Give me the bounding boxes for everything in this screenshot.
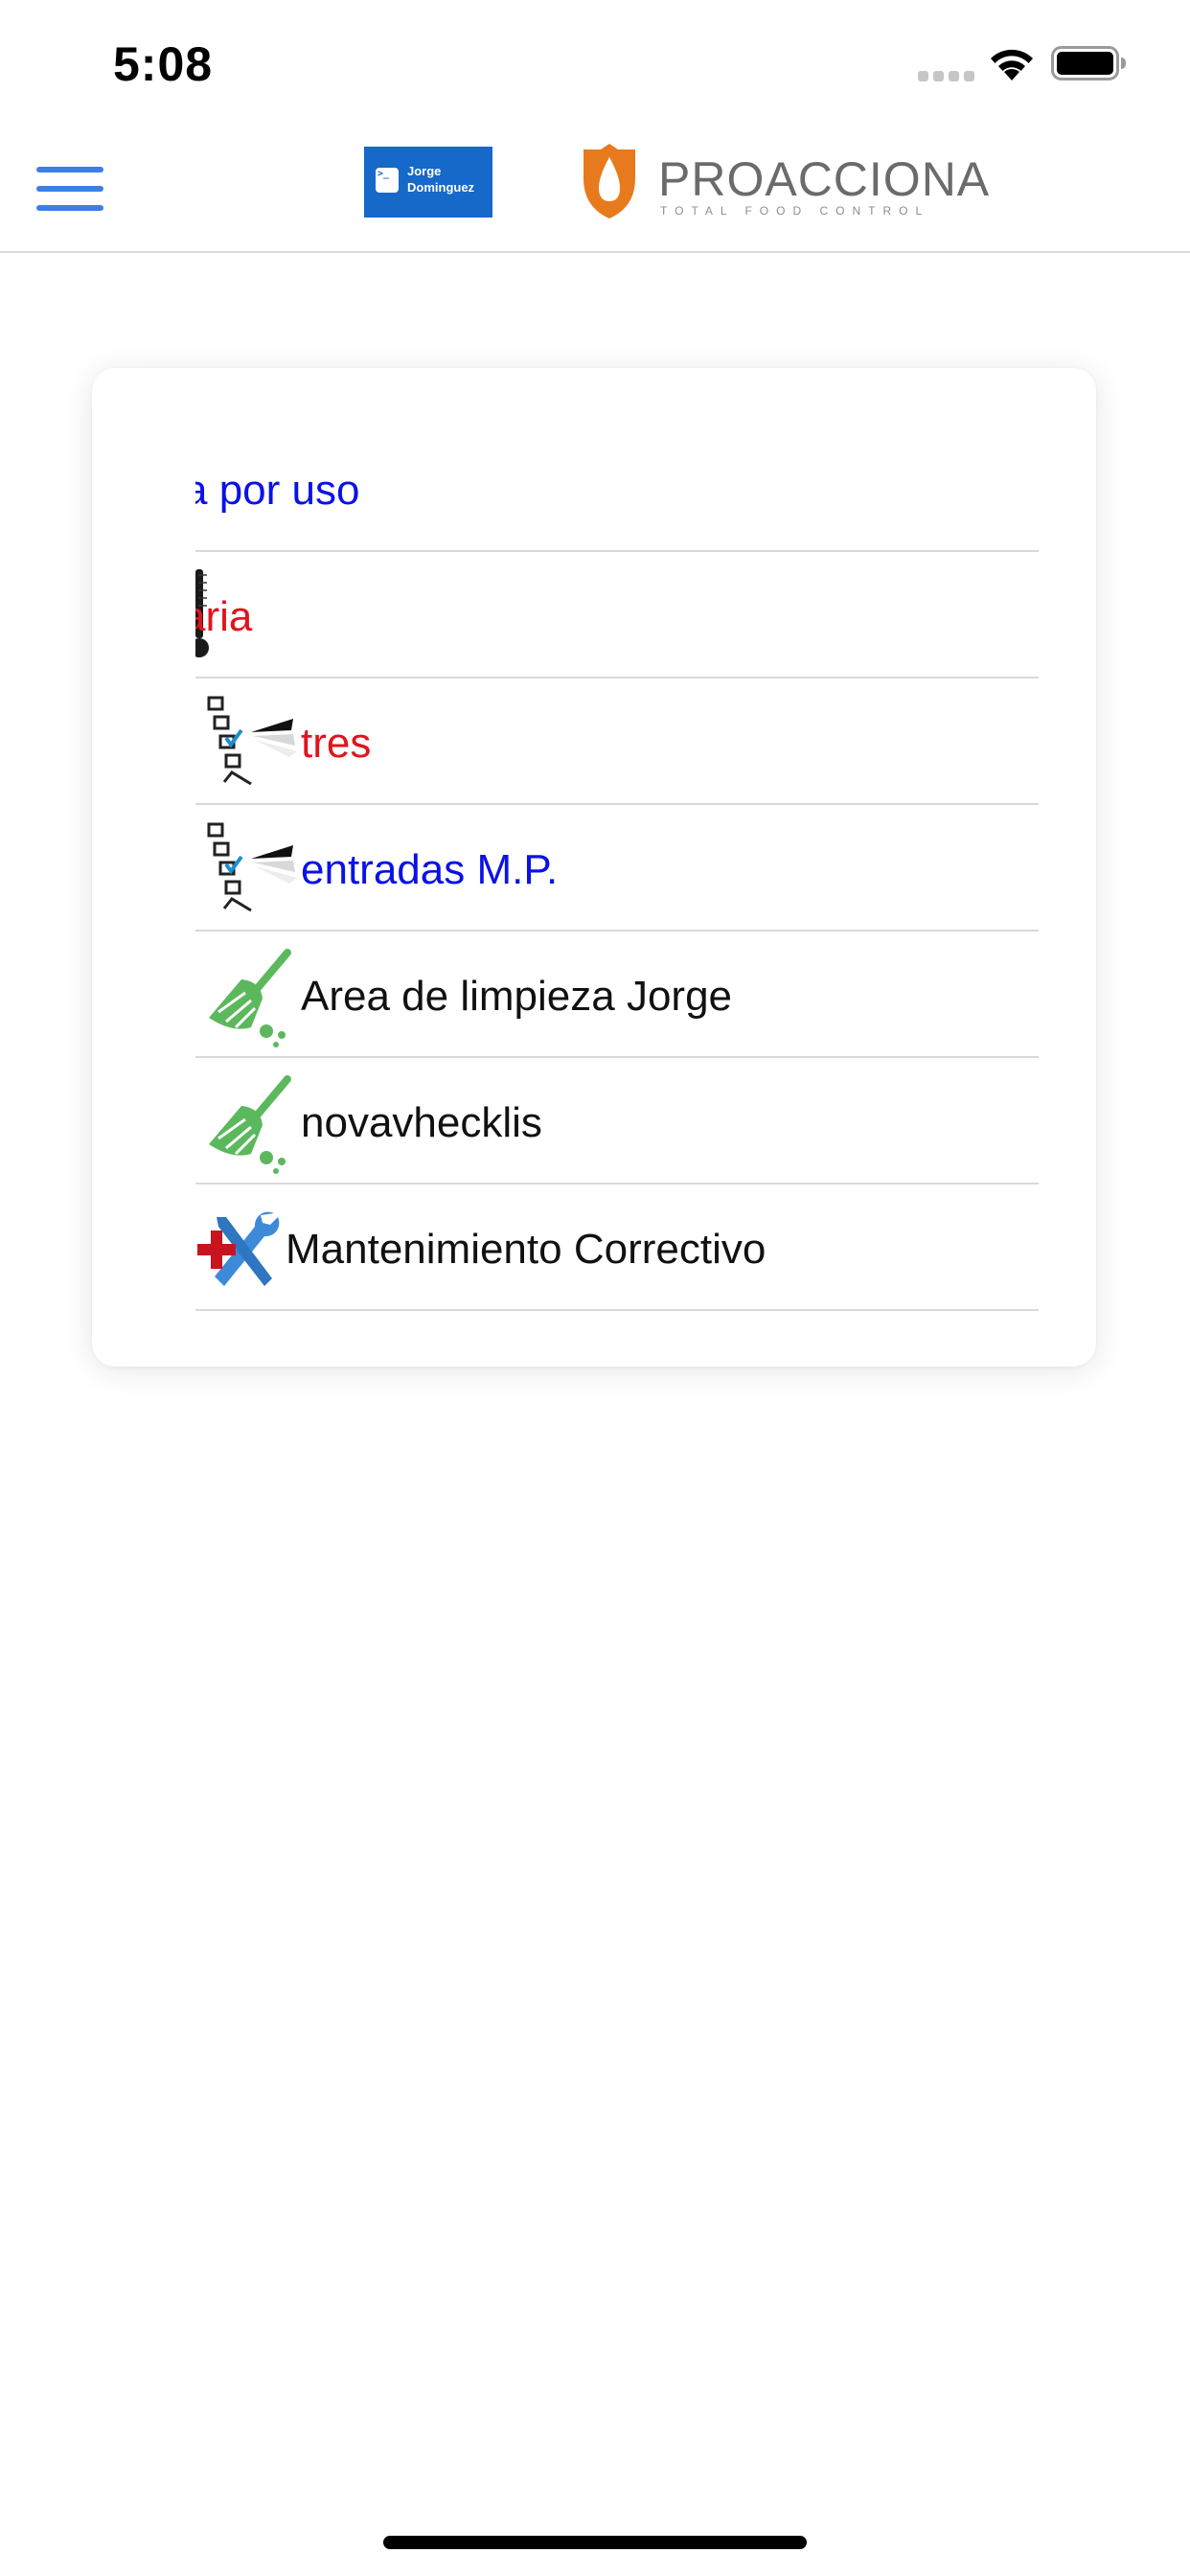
list-item[interactable]: entradas M.P. [195,805,1039,932]
list-item-label: novavhecklis [301,1099,542,1146]
list-item-label: a por uso [195,467,360,514]
battery-icon [1051,46,1126,80]
user-name: Jorge Dominguez [407,164,475,195]
user-profile-badge[interactable]: >_ Jorge Dominguez [364,147,492,218]
brand-name: PROACCIONA [658,152,991,206]
checklist-icon [207,822,297,912]
list-item-label: Mantenimiento Correctivo [286,1226,767,1273]
wifi-icon [991,49,1033,80]
status-time: 5:08 [113,37,214,91]
list-item[interactable]: Mantenimiento Correctivo [195,1184,1039,1311]
list-item[interactable]: Area de limpieza Jorge [195,932,1039,1058]
checklist-card: a por uso aria [92,368,1096,1367]
brand-logo: PROACCIONA TOTAL FOOD CONTROL [580,142,989,224]
list-item[interactable]: tres [195,678,1039,805]
cellular-signal-icon [918,71,974,81]
list-item-label: entradas M.P. [301,846,559,893]
list-item[interactable]: aria [195,552,1039,678]
broom-icon [209,1075,291,1174]
checklist-list: a por uso aria [195,426,1039,1311]
list-item-label: Area de limpieza Jorge [301,973,733,1020]
brand-tagline: TOTAL FOOD CONTROL [660,204,930,218]
status-bar: 5:08 [0,0,1190,125]
terminal-icon: >_ [376,168,399,193]
list-item-label: aria [195,593,253,640]
hamburger-menu-icon[interactable] [34,167,105,215]
list-item[interactable]: a por uso [195,426,1039,552]
list-item-label: tres [301,720,372,767]
list-item[interactable]: novavhecklis [195,1058,1039,1184]
maintenance-tools-icon [197,1211,280,1286]
app-header: >_ Jorge Dominguez PROACCIONA TOTAL FOOD… [0,125,1190,253]
home-indicator[interactable] [383,2536,807,2549]
checklist-icon [207,696,297,786]
drop-shield-logo-icon [584,144,635,218]
broom-icon [209,949,291,1047]
